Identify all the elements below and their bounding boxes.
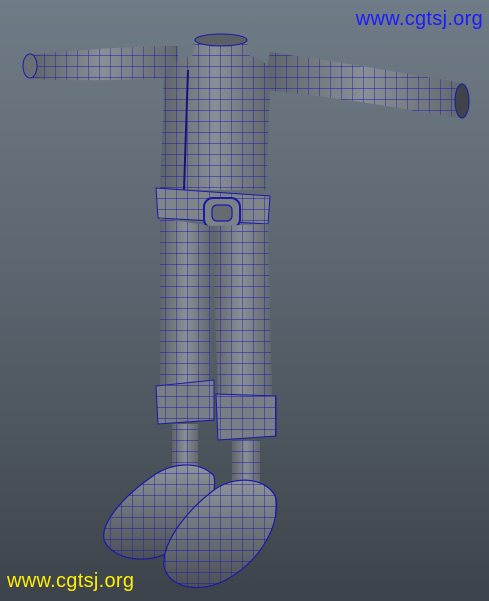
right-arm-mesh bbox=[262, 52, 470, 119]
3d-viewport[interactable]: www.cgtsj.org www.cgtsj.org bbox=[0, 0, 489, 601]
character-wireframe-model[interactable] bbox=[0, 0, 489, 601]
left-arm-mesh bbox=[22, 46, 178, 81]
watermark-bottom: www.cgtsj.org bbox=[7, 570, 135, 592]
watermark-top: www.cgtsj.org bbox=[355, 8, 483, 30]
pants-mesh bbox=[160, 218, 272, 398]
